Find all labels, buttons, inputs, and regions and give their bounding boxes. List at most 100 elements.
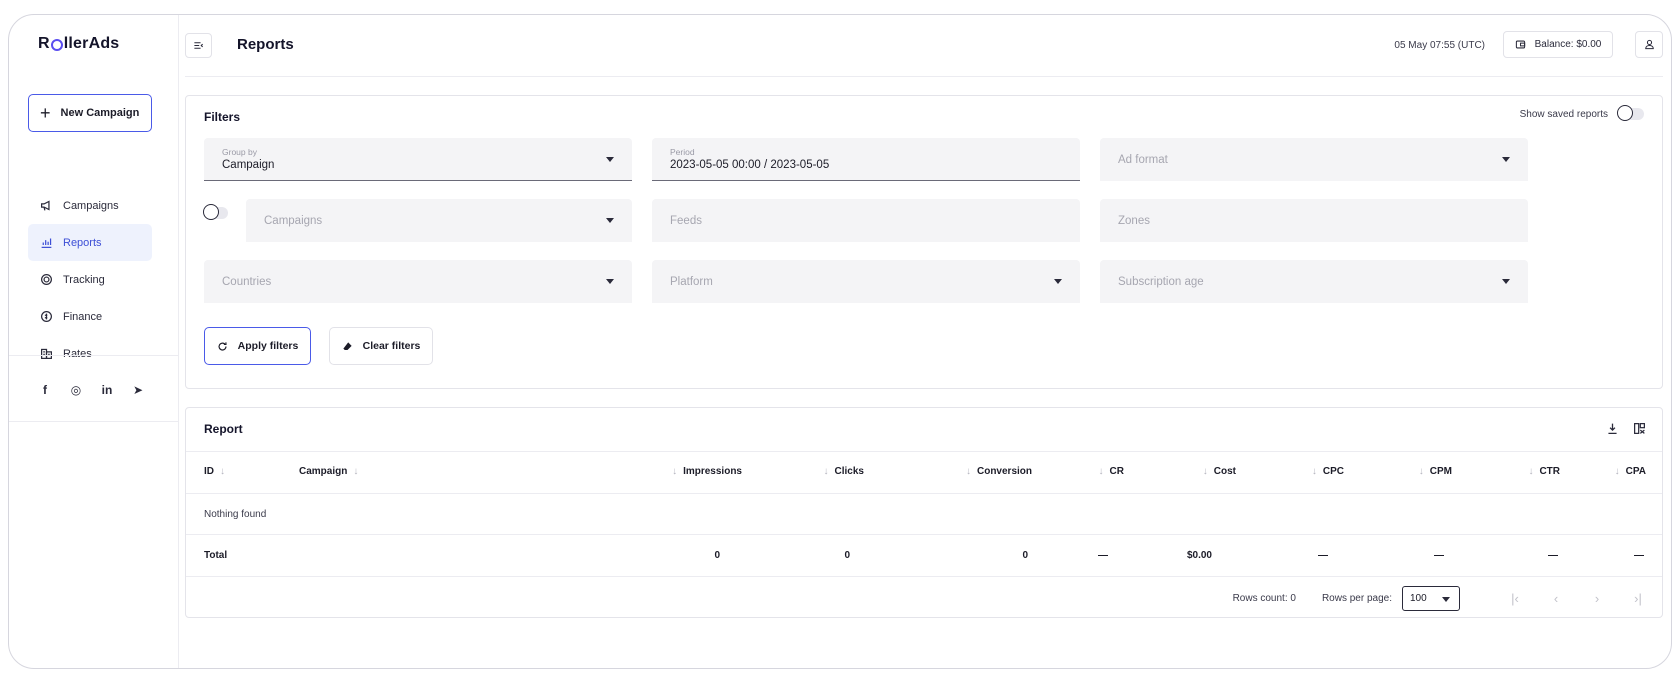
show-saved-reports-label: Show saved reports — [1519, 108, 1608, 120]
sidebar-item-finance[interactable]: Finance — [28, 298, 152, 335]
menu-collapse-icon — [194, 42, 204, 49]
chevron-down-icon — [606, 279, 614, 284]
group-by-select[interactable]: Group by Campaign — [204, 138, 632, 181]
table-footer-divider — [186, 576, 1662, 577]
column-header-clicks[interactable]: ↓ Clicks — [818, 466, 864, 477]
balance-button[interactable]: Balance: $0.00 — [1503, 31, 1613, 58]
sidebar-item-label: Campaigns — [63, 199, 119, 212]
filters-title: Filters — [204, 110, 241, 124]
new-campaign-button[interactable]: + New Campaign — [28, 94, 152, 132]
feeds-placeholder: Feeds — [670, 214, 702, 227]
instagram-icon[interactable]: ◎ — [69, 383, 83, 397]
wallet-icon — [1515, 40, 1525, 49]
column-header-cpa[interactable]: ↓ CPA — [1609, 466, 1646, 477]
sidebar-item-rates[interactable]: Rates — [28, 335, 152, 372]
logo-prefix: R — [38, 35, 50, 52]
logo-o-icon — [50, 39, 63, 51]
show-saved-reports-toggle[interactable] — [1617, 105, 1644, 121]
column-header-cost[interactable]: ↓ Cost — [1197, 466, 1236, 477]
sidebar-item-reports[interactable]: Reports — [28, 224, 152, 261]
first-page-icon[interactable]: |‹ — [1507, 591, 1523, 606]
report-actions — [1606, 422, 1646, 435]
column-header-campaign[interactable]: Campaign ↓ — [299, 466, 364, 477]
report-title: Report — [204, 422, 243, 436]
logo-suffix: llerAds — [63, 35, 120, 52]
column-header-ctr[interactable]: ↓ CTR — [1522, 466, 1560, 477]
column-label: ID — [204, 466, 214, 477]
empty-state-text: Nothing found — [204, 509, 267, 520]
countries-select[interactable]: Countries — [204, 260, 632, 303]
column-header-id[interactable]: ID ↓ — [204, 466, 231, 477]
campaigns-include-toggle[interactable] — [203, 204, 228, 220]
column-header-impressions[interactable]: ↓ Impressions — [666, 466, 742, 477]
chevron-down-icon — [606, 157, 614, 162]
sort-arrow-icon: ↓ — [1528, 466, 1534, 477]
platform-select[interactable]: Platform — [652, 260, 1080, 303]
telegram-icon[interactable]: ➤ — [131, 383, 145, 397]
next-page-icon[interactable]: › — [1589, 591, 1605, 606]
prev-page-icon[interactable]: ‹ — [1548, 591, 1564, 606]
column-label: CR — [1109, 466, 1124, 477]
balance-label: Balance: $0.00 — [1534, 39, 1602, 50]
rows-per-page-select[interactable]: 100 — [1402, 586, 1460, 611]
column-header-cr[interactable]: ↓ CR — [1093, 466, 1124, 477]
user-button[interactable] — [1635, 31, 1663, 58]
logo[interactable]: RllerAds — [38, 35, 119, 53]
ad-format-select[interactable]: Ad format — [1100, 138, 1528, 181]
download-icon[interactable] — [1606, 422, 1619, 435]
total-cpc: — — [1318, 550, 1328, 561]
report-card: Report ID ↓ Campaign ↓ ↓ Impressions ↓ Click… — [185, 407, 1663, 618]
column-header-cpc[interactable]: ↓ CPC — [1306, 466, 1344, 477]
feeds-input[interactable]: Feeds — [652, 199, 1080, 242]
sort-arrow-icon: ↓ — [1098, 466, 1104, 477]
refresh-icon — [218, 341, 227, 351]
total-cpa: — — [1634, 550, 1644, 561]
clear-filters-button[interactable]: Clear filters — [329, 327, 433, 365]
target-icon — [41, 274, 52, 285]
period-picker[interactable]: Period 2023-05-05 00:00 / 2023-05-05 — [652, 138, 1080, 181]
chevron-down-icon — [1442, 597, 1450, 602]
column-label: Cost — [1213, 466, 1236, 477]
campaigns-select[interactable]: Campaigns — [246, 199, 632, 242]
campaigns-placeholder: Campaigns — [264, 214, 323, 227]
clear-filters-label: Clear filters — [362, 340, 421, 352]
plus-icon: + — [40, 103, 51, 123]
sidebar-item-label: Rates — [63, 347, 92, 360]
sort-arrow-icon: ↓ — [1202, 466, 1208, 477]
apply-filters-button[interactable]: Apply filters — [204, 327, 311, 365]
sidebar: RllerAds + New Campaign Campaigns Report… — [9, 15, 179, 668]
linkedin-icon[interactable]: in — [100, 383, 114, 397]
sidebar-item-campaigns[interactable]: Campaigns — [28, 187, 152, 224]
sidebar-nav: Campaigns Reports Tracking Finance Rates — [28, 187, 152, 372]
apply-filters-label: Apply filters — [237, 340, 299, 352]
countries-placeholder: Countries — [222, 275, 272, 288]
columns-settings-icon[interactable] — [1633, 422, 1646, 435]
sidebar-item-label: Finance — [63, 310, 103, 323]
menu-toggle-button[interactable] — [185, 33, 212, 58]
column-header-conversion[interactable]: ↓ Conversion — [960, 466, 1032, 477]
zones-input[interactable]: Zones — [1100, 199, 1528, 242]
column-label: Conversion — [976, 466, 1032, 477]
sidebar-divider — [9, 421, 178, 422]
pagination: Rows count: 0 Rows per page: 100 |‹ ‹ › … — [1233, 586, 1646, 611]
total-clicks: 0 — [844, 550, 850, 561]
table-row-total: Total 0 0 0 — $0.00 — — — — — [186, 534, 1662, 576]
sidebar-item-tracking[interactable]: Tracking — [28, 261, 152, 298]
sort-arrow-icon: ↓ — [1311, 466, 1317, 477]
last-page-icon[interactable]: ›| — [1630, 591, 1646, 606]
table-row-empty: Nothing found — [186, 493, 1662, 534]
eraser-icon — [342, 341, 352, 350]
facebook-icon[interactable]: f — [38, 383, 52, 397]
column-label: Impressions — [683, 466, 742, 477]
total-cost: $0.00 — [1186, 550, 1212, 561]
subscription-age-select[interactable]: Subscription age — [1100, 260, 1528, 303]
group-by-label: Group by — [222, 147, 257, 157]
column-header-cpm[interactable]: ↓ CPM — [1413, 466, 1452, 477]
chevron-down-icon — [1502, 157, 1510, 162]
sort-arrow-icon: ↓ — [353, 466, 359, 477]
column-label: CTR — [1539, 466, 1560, 477]
toggle-switch[interactable] — [203, 204, 228, 220]
total-cr: — — [1098, 550, 1108, 561]
sidebar-item-label: Tracking — [63, 273, 105, 286]
app-window: RllerAds + New Campaign Campaigns Report… — [8, 14, 1672, 669]
